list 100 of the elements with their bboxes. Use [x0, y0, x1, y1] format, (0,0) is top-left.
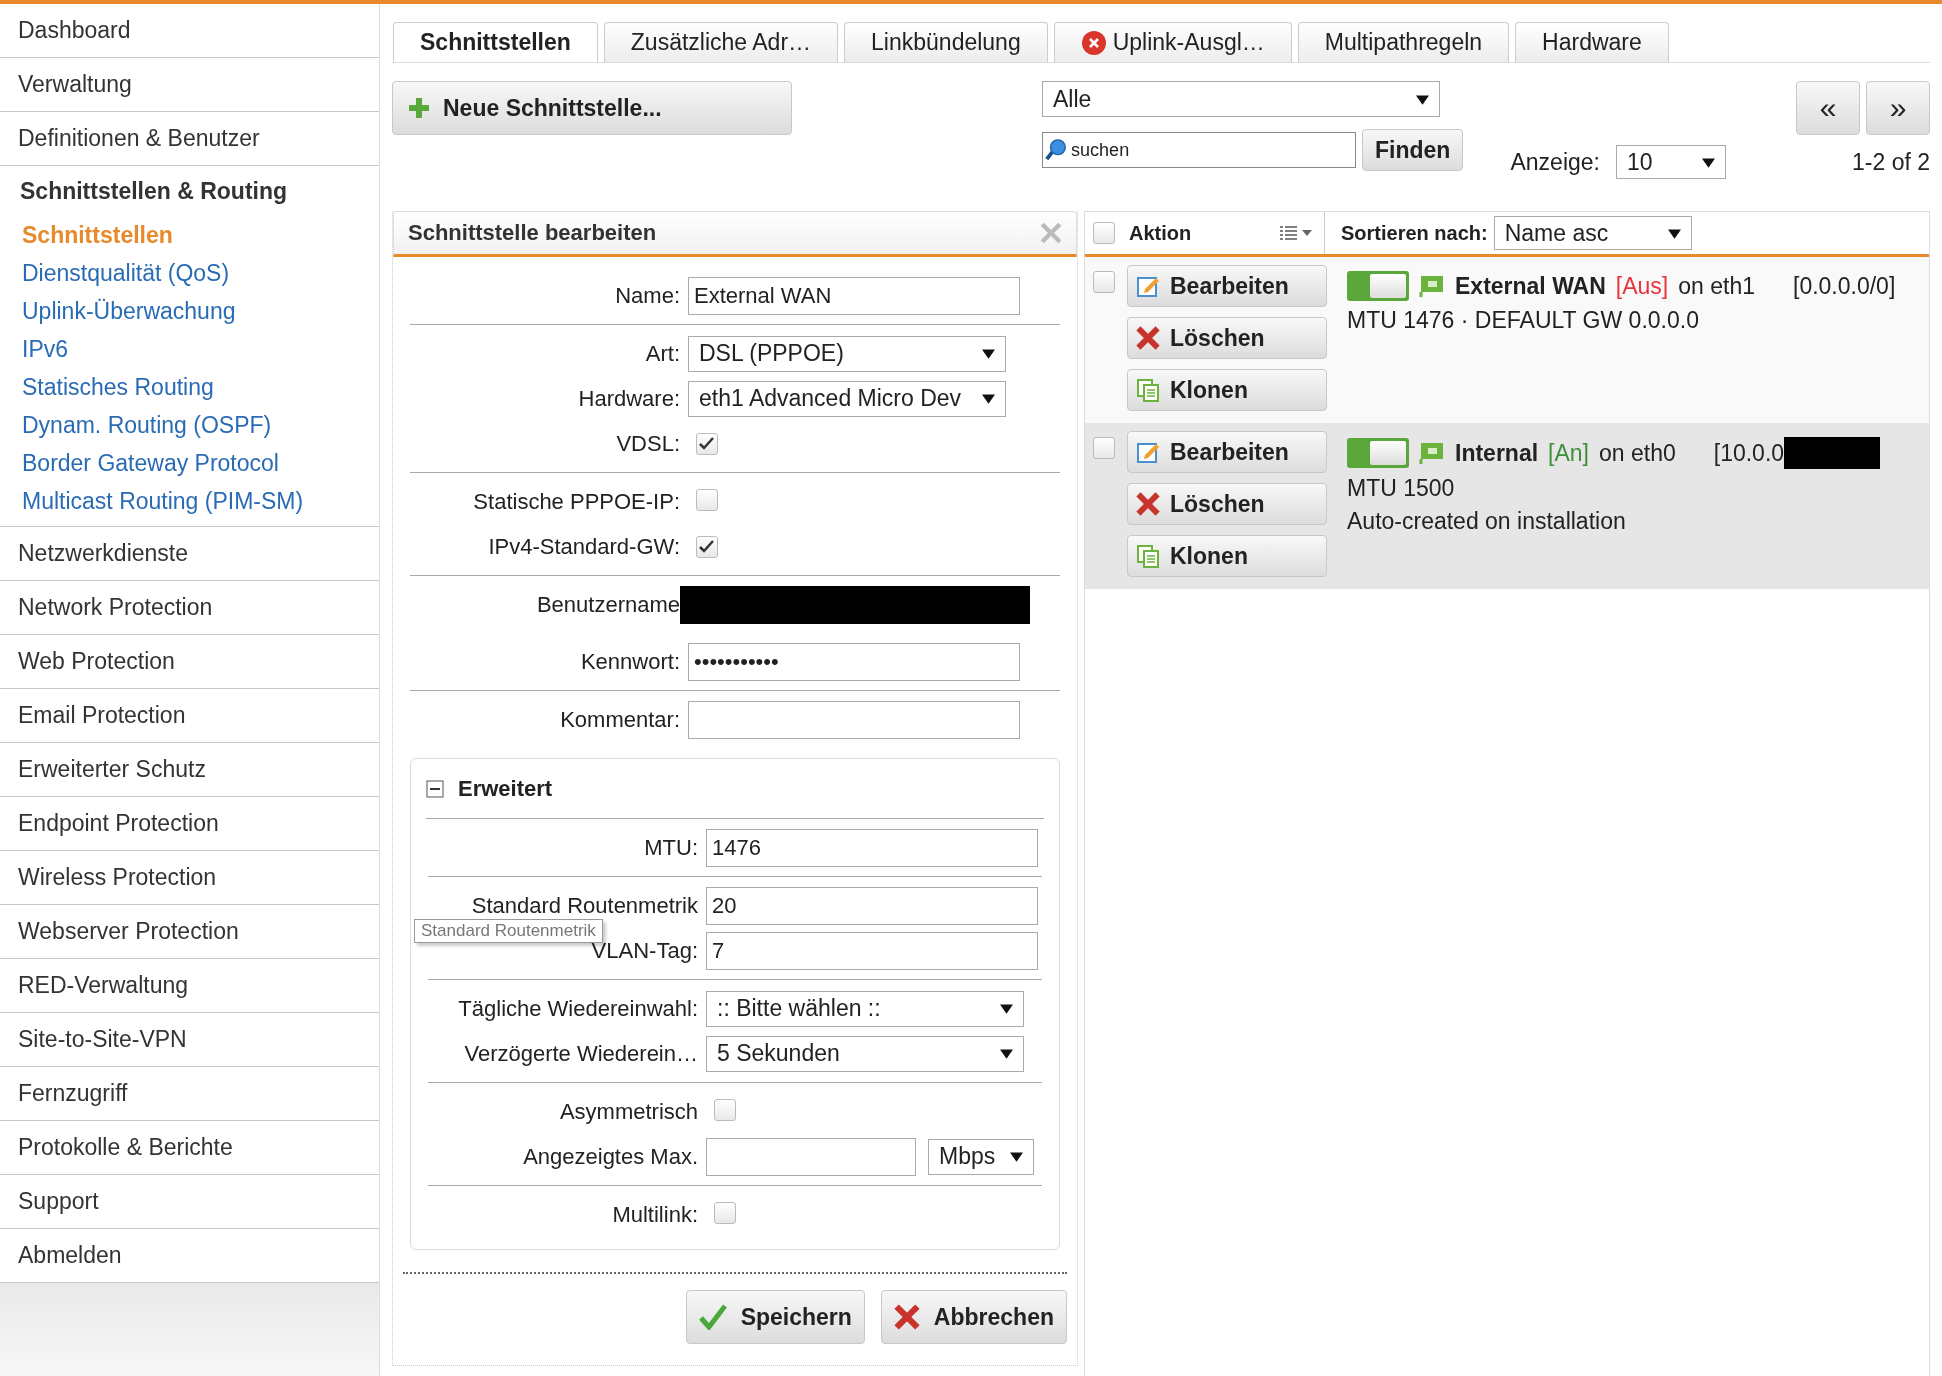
- sidebar-subitem[interactable]: Statisches Routing: [0, 368, 379, 406]
- caret-icon: [982, 347, 995, 360]
- search-field[interactable]: suchen: [1042, 132, 1356, 168]
- toggle-switch[interactable]: [1347, 271, 1409, 301]
- detail-text: MTU 1500: [1347, 475, 1456, 502]
- tab[interactable]: Multipathregeln: [1297, 22, 1510, 62]
- interface-name: External WAN: [1455, 272, 1606, 300]
- next-page-button[interactable]: »: [1866, 81, 1930, 135]
- edit-button[interactable]: Bearbeiten: [1127, 431, 1327, 473]
- field-label: Benutzername: [535, 591, 680, 618]
- sidebar-item[interactable]: Schnittstellen & Routing: [0, 166, 379, 216]
- field-label: Asymmetrisch: [558, 1098, 698, 1125]
- status-text: [An]: [1548, 439, 1589, 467]
- checkbox[interactable]: [696, 535, 718, 558]
- input-field[interactable]: [688, 700, 1020, 739]
- field-label: Verzögerte Wiederein…: [463, 1040, 698, 1067]
- toggle-switch[interactable]: [1347, 438, 1409, 468]
- delete-button[interactable]: Löschen: [1127, 483, 1327, 525]
- checkbox[interactable]: [696, 488, 718, 511]
- list-options-icon[interactable]: [1280, 225, 1314, 241]
- password-field[interactable]: •••••••••••: [688, 642, 1020, 681]
- field-label: MTU:: [643, 834, 698, 861]
- delete-button[interactable]: Löschen: [1127, 317, 1327, 359]
- column-header: Aktion: [1129, 221, 1192, 245]
- sidebar-subitem[interactable]: Multicast Routing (PIM-SM): [0, 482, 379, 520]
- checkbox[interactable]: [1093, 271, 1115, 293]
- checkbox[interactable]: [1093, 222, 1115, 244]
- collapse-icon[interactable]: [426, 779, 444, 798]
- interface-port: on eth1: [1678, 272, 1755, 300]
- checkbox[interactable]: [714, 1098, 736, 1121]
- panel-title: Schnittstelle bearbeiten: [408, 220, 657, 246]
- tab[interactable]: Uplink-Ausgl…: [1053, 22, 1292, 62]
- page-size-dropdown[interactable]: 10: [1616, 145, 1726, 179]
- sidebar-subitem[interactable]: IPv6: [0, 330, 379, 368]
- input-field[interactable]: 1476: [706, 828, 1038, 867]
- close-icon[interactable]: [1040, 222, 1062, 244]
- input-field[interactable]: [706, 1137, 916, 1176]
- edit-icon: [1136, 440, 1160, 464]
- field-label: Multilink:: [611, 1201, 698, 1228]
- input-field[interactable]: External WAN: [688, 276, 1020, 315]
- field-label: Kommentar:: [559, 706, 680, 733]
- find-button[interactable]: Finden: [1362, 129, 1464, 171]
- input-field[interactable]: 7: [706, 931, 1038, 970]
- address-text: [0.0.0.0/0]: [1793, 272, 1896, 300]
- interface-port: on eth0: [1599, 439, 1676, 467]
- field-label: Art:: [644, 340, 680, 367]
- dropdown[interactable]: DSL (PPPOE): [688, 335, 1006, 372]
- field-label: Name:: [614, 282, 680, 309]
- caret-icon: [982, 392, 995, 405]
- tab[interactable]: Schnittstellen: [393, 22, 598, 62]
- list-row[interactable]: Bearbeiten Löschen Klonen External WAN [Aus] on eth1 [0.0.0.0/0] MTU 1476 · DEFAULT GW 0.0.0.0: [1085, 257, 1929, 423]
- field-label: Tägliche Wiedereinwahl:: [457, 995, 698, 1022]
- x-icon: [1136, 326, 1160, 350]
- sidebar-subitem[interactable]: Uplink-Überwachung: [0, 292, 379, 330]
- copy-icon: [1136, 378, 1160, 402]
- tab[interactable]: Linkbündelung: [844, 22, 1048, 62]
- dropdown[interactable]: :: Bitte wählen ::: [706, 990, 1024, 1027]
- error-icon: [1080, 29, 1107, 56]
- x-icon: [893, 1304, 920, 1330]
- field-label: Hardware:: [577, 385, 680, 412]
- clone-button[interactable]: Klonen: [1127, 369, 1327, 411]
- list-row[interactable]: Bearbeiten Löschen Klonen Internal [An] on eth0 [10.0.0 MTU 1500 Auto-created on installation: [1085, 423, 1929, 589]
- new-interface-button[interactable]: Neue Schnittstelle...: [392, 81, 792, 135]
- check-icon: [699, 539, 715, 554]
- x-icon: [1136, 492, 1160, 516]
- caret-icon: [1000, 1002, 1013, 1015]
- edit-button[interactable]: Bearbeiten: [1127, 265, 1327, 307]
- field-label: Standard Routenmetrik: [470, 892, 698, 919]
- field-label: Kennwort:: [579, 648, 680, 675]
- search-icon: [1045, 137, 1068, 163]
- check-icon: [699, 436, 715, 451]
- checkbox[interactable]: [1093, 437, 1115, 459]
- tab[interactable]: Hardware: [1515, 22, 1669, 62]
- dropdown[interactable]: eth1 Advanced Micro Dev: [688, 380, 1006, 417]
- dropdown[interactable]: 5 Sekunden: [706, 1035, 1024, 1072]
- caret-icon: [1000, 1047, 1013, 1060]
- input-field[interactable]: 20: [706, 886, 1038, 925]
- field-label: Angezeigtes Max.: [522, 1143, 698, 1170]
- interface-name: Internal: [1455, 439, 1539, 467]
- clone-button[interactable]: Klonen: [1127, 535, 1327, 577]
- copy-icon: [1136, 544, 1160, 568]
- tab[interactable]: Zusätzliche Adr…: [603, 22, 839, 62]
- sort-dropdown[interactable]: Name asc: [1493, 216, 1692, 250]
- address-text: [10.0.0: [1713, 439, 1785, 467]
- tooltip: Standard Routenmetrik: [414, 919, 603, 943]
- save-button[interactable]: Speichern: [685, 1290, 865, 1344]
- detail-text: MTU 1476 · DEFAULT GW 0.0.0.0: [1347, 307, 1700, 334]
- unit-dropdown[interactable]: Mbps: [928, 1138, 1034, 1175]
- cancel-button[interactable]: Abbrechen: [880, 1290, 1067, 1344]
- checkbox[interactable]: [714, 1201, 736, 1224]
- sidebar-subitem[interactable]: Dynam. Routing (OSPF): [0, 406, 379, 444]
- checkbox[interactable]: [696, 432, 718, 455]
- display-label: Anzeige:: [1510, 148, 1600, 176]
- sidebar-subitem[interactable]: Dienstqualität (QoS): [0, 254, 379, 292]
- status-text: [Aus]: [1615, 272, 1669, 300]
- filter-dropdown[interactable]: Alle: [1042, 81, 1440, 117]
- previous-page-button[interactable]: «: [1796, 81, 1860, 135]
- sidebar-subitem[interactable]: Border Gateway Protocol: [0, 444, 379, 482]
- caret-icon: [1010, 1150, 1023, 1163]
- detail-text: Auto-created on installation: [1347, 508, 1627, 535]
